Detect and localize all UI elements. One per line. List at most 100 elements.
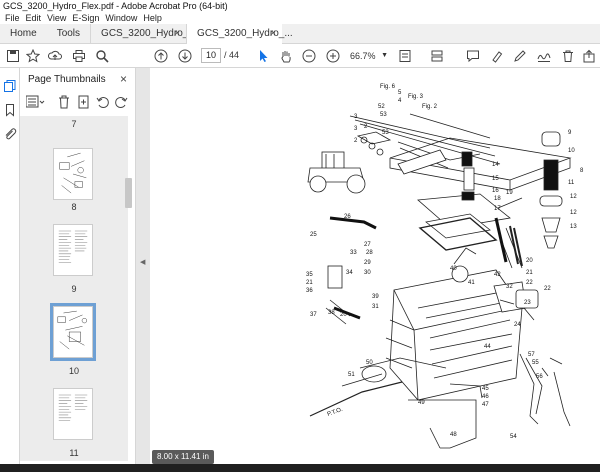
bookmark-star-button[interactable]	[24, 47, 42, 65]
search-icon	[96, 50, 109, 63]
callout-label: 39	[372, 294, 379, 300]
taskbar	[0, 464, 600, 472]
next-page-button[interactable]	[176, 47, 194, 65]
print-button[interactable]	[70, 47, 88, 65]
callout-label: Fig. 2	[422, 104, 438, 110]
callout-label: 21	[526, 270, 533, 276]
callout-label: 28	[366, 250, 373, 256]
callout-label: 10	[568, 148, 575, 154]
draw-button[interactable]	[511, 47, 529, 65]
zoom-value: 66.7%	[350, 51, 376, 61]
callout-label: 54	[510, 434, 517, 440]
save-button[interactable]	[4, 47, 22, 65]
scroll-mode-icon	[431, 50, 443, 62]
callout-label: 47	[482, 402, 489, 408]
bookmarks-toggle[interactable]	[2, 102, 18, 118]
page-thumbnails-panel: Page Thumbnails × 7 8 9 10 11	[20, 68, 151, 464]
arrow-up-circle-icon	[154, 49, 168, 63]
page-preview	[59, 152, 87, 194]
callout-label: 12	[570, 210, 577, 216]
rotate-right-icon	[115, 97, 128, 108]
callout-label: 56	[536, 374, 543, 380]
hand-tool-button[interactable]	[277, 47, 295, 65]
trash-icon	[59, 95, 69, 109]
select-tool-button[interactable]	[254, 47, 272, 65]
close-tab-icon[interactable]: ×	[270, 24, 276, 44]
thumbnail-page-8[interactable]	[53, 148, 93, 200]
page-fit-icon	[399, 50, 411, 62]
close-tab-icon[interactable]: ×	[174, 24, 180, 44]
highlight-button[interactable]	[488, 47, 506, 65]
page-preview	[58, 230, 88, 263]
menu-view[interactable]: View	[44, 12, 69, 24]
menu-file[interactable]: File	[2, 12, 23, 24]
tab-label: GCS_3200_Hydro_...	[101, 28, 197, 39]
tab-document-1[interactable]: GCS_3200_Hydro_... ×	[90, 24, 197, 44]
fit-page-button[interactable]	[396, 47, 414, 65]
attachments-toggle[interactable]	[2, 126, 18, 142]
thumbnail-scrollbar[interactable]	[125, 178, 132, 208]
comment-icon	[467, 50, 479, 63]
callout-label: 8	[580, 168, 584, 174]
callout-label: 3	[354, 114, 358, 120]
callout-label: 14	[492, 162, 499, 168]
pen-icon	[514, 50, 526, 62]
options-icon	[25, 95, 45, 108]
tab-tools[interactable]: Tools	[47, 24, 90, 44]
tab-bar: Home Tools GCS_3200_Hydro_... × GCS_3200…	[0, 24, 600, 44]
menu-esign[interactable]: E-Sign	[69, 12, 102, 24]
thumbnail-list: 7 8 9 10 11	[20, 116, 128, 461]
callout-label: 53	[380, 112, 387, 118]
zoom-out-button[interactable]	[300, 47, 318, 65]
printer-icon	[73, 50, 85, 62]
callout-label: 26	[344, 214, 351, 220]
thumbnail-label: 11	[69, 448, 79, 458]
toolbar	[0, 44, 600, 68]
scroll-mode-button[interactable]	[428, 47, 446, 65]
callout-label: 35	[306, 272, 313, 278]
thumbnail-page-10[interactable]	[50, 303, 96, 361]
page-size-badge: 8.00 x 11.41 in	[152, 450, 214, 464]
panel-title: Page Thumbnails	[28, 74, 106, 85]
comment-button[interactable]	[464, 47, 482, 65]
upload-button[interactable]	[46, 47, 64, 65]
sign-button[interactable]	[535, 47, 553, 65]
close-panel-icon[interactable]: ×	[120, 72, 127, 86]
window-title: GCS_3200_Hydro_Flex.pdf - Adobe Acrobat …	[0, 0, 600, 12]
callout-label: 53	[382, 130, 389, 136]
thumbnail-page-11[interactable]	[53, 388, 93, 440]
callout-label: 20	[526, 258, 533, 264]
callout-label: 57	[528, 352, 535, 358]
menu-edit[interactable]: Edit	[23, 12, 45, 24]
menu-window[interactable]: Window	[102, 12, 140, 24]
callout-label: 31	[372, 304, 379, 310]
callout-label: P.T.O.	[327, 407, 344, 418]
minus-circle-icon	[302, 49, 316, 63]
thumbnail-label: 10	[68, 366, 79, 376]
thumbnail-page-9[interactable]	[53, 224, 93, 276]
search-button[interactable]	[93, 47, 111, 65]
trash-icon	[563, 50, 573, 62]
callout-label: 50	[366, 360, 373, 366]
share-button[interactable]	[580, 47, 598, 65]
copy-pages-icon	[4, 80, 16, 92]
callout-label: 30	[364, 270, 371, 276]
callout-label: 37	[310, 312, 317, 318]
page-preview	[57, 310, 88, 350]
collapse-panel-arrow[interactable]: ◀	[140, 258, 145, 266]
zoom-in-button[interactable]	[324, 47, 342, 65]
callout-label: 5	[398, 90, 402, 96]
left-rail	[0, 68, 20, 464]
menu-help[interactable]: Help	[140, 12, 165, 24]
tab-document-2[interactable]: GCS_3200_Hydro_... ×	[186, 24, 293, 44]
bookmark-icon	[6, 104, 14, 117]
tab-home[interactable]: Home	[0, 24, 47, 44]
page-number-input[interactable]: 10	[201, 48, 221, 63]
callout-label: 40	[450, 266, 457, 272]
zoom-select[interactable]: 66.7% ▼	[350, 49, 388, 63]
previous-page-button[interactable]	[152, 47, 170, 65]
callout-label: 9	[568, 130, 572, 136]
exploded-parts-diagram: Fig. 65Fig. 34Fig. 2535233 25329108111212…	[306, 84, 584, 449]
page-thumbnails-toggle[interactable]	[2, 78, 18, 94]
delete-button[interactable]	[559, 47, 577, 65]
